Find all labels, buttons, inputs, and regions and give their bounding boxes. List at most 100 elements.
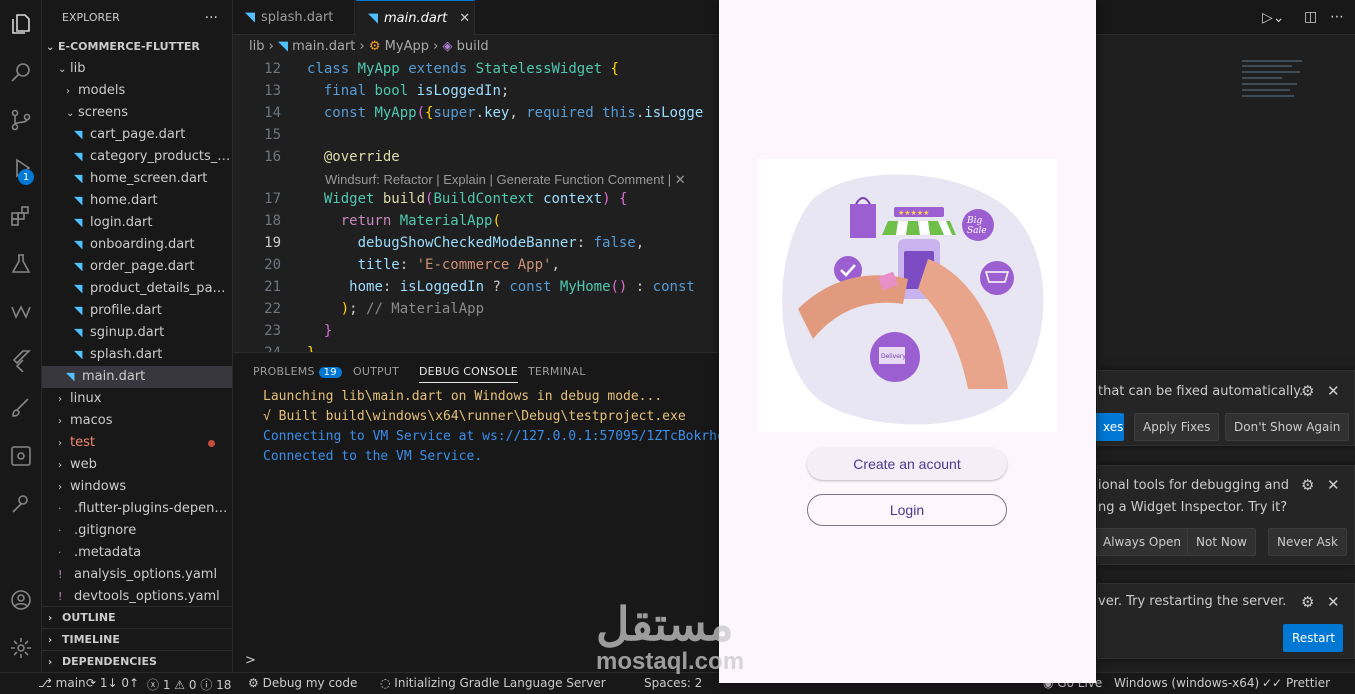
device-status[interactable]: Windows (windows-x64) — [1114, 676, 1259, 690]
extensions-icon[interactable] — [5, 200, 37, 232]
explorer-icon[interactable] — [5, 8, 37, 40]
section-dependencies[interactable]: › DEPENDENCIES — [42, 650, 232, 672]
gear-icon[interactable]: ⚙ — [1301, 382, 1314, 400]
section-outline[interactable]: › OUTLINE — [42, 606, 232, 628]
tab-terminal[interactable]: TERMINAL — [528, 365, 586, 378]
close-icon[interactable]: ✕ — [1327, 382, 1340, 400]
section-timeline[interactable]: › TIMELINE — [42, 628, 232, 650]
tree-item[interactable]: ◥ sginup.dart — [42, 322, 232, 344]
tree-item[interactable]: ◥ home_screen.dart — [42, 168, 232, 190]
tree-item[interactable]: › test — [42, 432, 232, 454]
more-actions-icon[interactable]: ⋯ — [1330, 9, 1344, 25]
indentation-status[interactable]: Spaces: 2 — [644, 676, 702, 690]
tree-item[interactable]: ◥ login.dart — [42, 212, 232, 234]
source-control-icon[interactable] — [5, 104, 37, 136]
search-icon[interactable] — [5, 56, 37, 88]
remote-explorer-icon[interactable] — [5, 440, 37, 472]
always-open-button[interactable]: Always Open — [1094, 528, 1190, 556]
tree-item[interactable]: › windows — [42, 476, 232, 498]
tab-main[interactable]: ◥ main.dart ✕ — [356, 0, 475, 35]
codelens-actions[interactable]: Windsurf: Refactor | Explain | Generate … — [325, 172, 686, 188]
tree-item[interactable]: ⌄ lib — [42, 58, 232, 80]
code-editor[interactable]: 12 13 14 15 16 17 18 19 20 21 22 23 24 class MyApp e… — [233, 58, 723, 352]
project-folder[interactable]: ⌄ E-COMMERCE-FLUTTER — [42, 36, 232, 58]
tree-item[interactable]: ◥ main.dart — [42, 366, 232, 388]
line-number: 13 — [264, 83, 281, 99]
breadcrumb-method[interactable]: build — [457, 39, 489, 54]
tree-item[interactable]: ◥ order_page.dart — [42, 256, 232, 278]
tree-item-label: home.dart — [90, 193, 158, 208]
tree-item[interactable]: › models — [42, 80, 232, 102]
tree-item[interactable]: · .gitignore — [42, 520, 232, 542]
branch-status[interactable]: ⎇ main — [38, 676, 86, 690]
settings-gear-icon[interactable] — [5, 632, 37, 664]
tree-item[interactable]: ◥ home.dart — [42, 190, 232, 212]
chevron-right-icon: › — [58, 416, 62, 427]
tab-splash[interactable]: ◥ splash.dart — [233, 0, 355, 35]
line-number: 14 — [264, 105, 281, 121]
tree-item[interactable]: ◥ onboarding.dart — [42, 234, 232, 256]
chevron-right-icon: › — [58, 482, 62, 493]
tree-item[interactable]: › linux — [42, 388, 232, 410]
tree-item-label: test — [70, 435, 95, 450]
sync-status[interactable]: ⟳ 1↓ 0↑ — [86, 676, 139, 690]
windsurf-icon[interactable] — [5, 296, 37, 328]
tree-item[interactable]: › web — [42, 454, 232, 476]
tree-item[interactable]: › macos — [42, 410, 232, 432]
tree-item[interactable]: ◥ splash.dart — [42, 344, 232, 366]
gear-icon[interactable]: ⚙ — [1301, 476, 1314, 494]
tree-item[interactable]: ! analysis_options.yaml — [42, 564, 232, 586]
tree-item[interactable]: ! devtools_options.yaml — [42, 586, 232, 608]
code-line: } — [307, 345, 315, 352]
tab-output[interactable]: OUTPUT — [353, 365, 399, 378]
run-icon[interactable]: ▷⌄ — [1262, 10, 1285, 26]
restart-button[interactable]: Restart — [1283, 624, 1343, 652]
account-icon[interactable] — [5, 584, 37, 616]
tree-item[interactable]: · .metadata — [42, 542, 232, 564]
dart-file-icon: ◥ — [74, 282, 83, 295]
prettier-status[interactable]: ✓✓ Prettier — [1262, 676, 1330, 690]
never-ask-button[interactable]: Never Ask — [1268, 528, 1348, 556]
close-icon[interactable]: ✕ — [1327, 476, 1340, 494]
dont-show-again-button[interactable]: Don't Show Again — [1225, 413, 1350, 441]
more-actions-button[interactable]: ... — [205, 6, 218, 22]
brush-icon[interactable] — [5, 392, 37, 424]
split-editor-icon[interactable]: ◫ — [1304, 9, 1317, 25]
tree-item[interactable]: · .flutter-plugins-depende... — [42, 498, 232, 520]
tab-problems[interactable]: PROBLEMS 19 — [253, 365, 342, 378]
code-line: debugShowCheckedModeBanner: false, — [357, 235, 645, 251]
breadcrumb-lib[interactable]: lib — [249, 39, 264, 54]
testing-icon[interactable] — [5, 248, 37, 280]
info-count: 18 — [216, 678, 232, 692]
section-label: OUTLINE — [62, 611, 116, 624]
breadcrumb-separator: › — [433, 39, 439, 54]
code-line: return MaterialApp( — [340, 213, 501, 229]
breadcrumb-file[interactable]: main.dart — [292, 39, 355, 54]
fix-button[interactable]: xes — [1094, 413, 1124, 441]
wrench-icon[interactable] — [5, 488, 37, 520]
console-prompt[interactable]: > — [245, 653, 256, 668]
sale-text: Sale — [967, 226, 987, 236]
tree-item[interactable]: ◥ product_details_page.... — [42, 278, 232, 300]
flutter-icon[interactable] — [5, 344, 37, 376]
tree-item[interactable]: ⌄ screens — [42, 102, 232, 124]
problems-count-badge: 19 — [318, 367, 342, 378]
gradle-label: Initializing Gradle Language Server — [394, 676, 606, 690]
not-now-button[interactable]: Not Now — [1187, 528, 1256, 556]
apply-fixes-button[interactable]: Apply Fixes — [1134, 413, 1220, 441]
tree-item[interactable]: ◥ category_products_pa... — [42, 146, 232, 168]
console-line: √ Built build\windows\x64\runner\Debug\t… — [263, 409, 686, 424]
create-account-button[interactable]: Create an acount — [807, 448, 1007, 480]
gear-icon[interactable]: ⚙ — [1301, 593, 1314, 611]
tab-debug-console[interactable]: DEBUG CONSOLE — [419, 365, 518, 383]
breadcrumb-class[interactable]: MyApp — [385, 39, 429, 54]
tree-item[interactable]: ◥ cart_page.dart — [42, 124, 232, 146]
tree-item-label: profile.dart — [90, 303, 162, 318]
problems-status[interactable]: ⓧ 1 ⚠ 0 ⓘ 18 — [147, 676, 231, 693]
login-button[interactable]: Login — [807, 494, 1007, 526]
close-icon[interactable]: ✕ — [1327, 593, 1340, 611]
close-tab-icon[interactable]: ✕ — [459, 11, 470, 26]
line-number: 21 — [264, 279, 281, 295]
tree-item[interactable]: ◥ profile.dart — [42, 300, 232, 322]
debug-status[interactable]: ⚙ Debug my code — [248, 676, 357, 690]
